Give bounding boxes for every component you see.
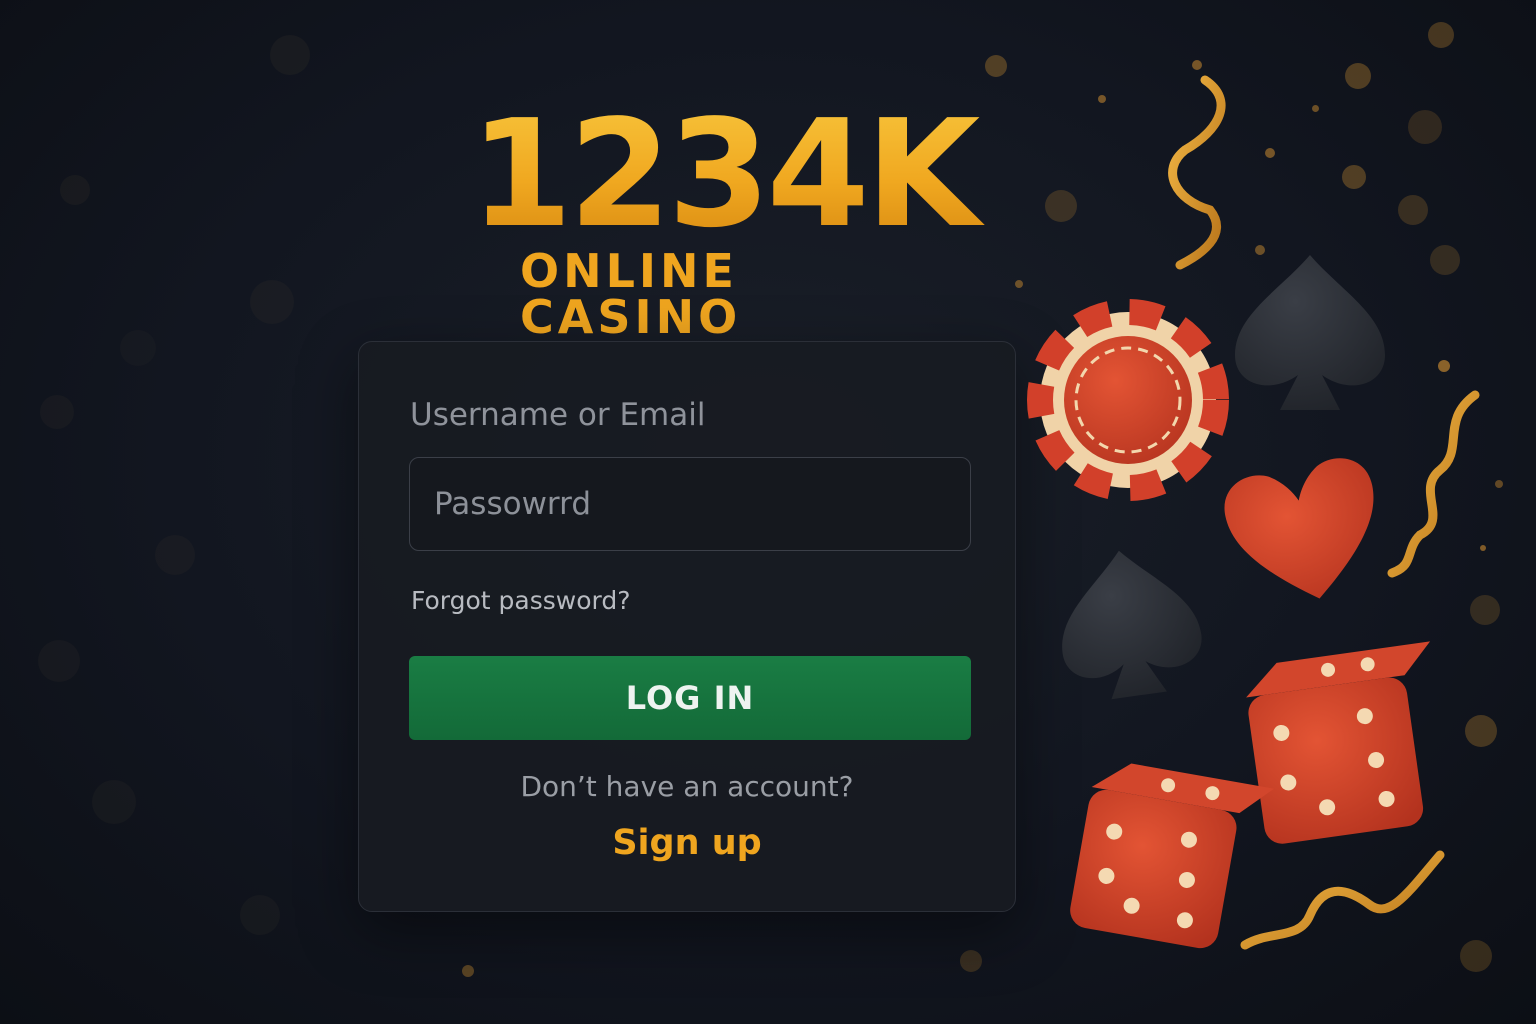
username-email-field[interactable]: Username or Email	[410, 397, 705, 433]
ribbon-icon	[1387, 390, 1480, 578]
poker-chip-icon	[1027, 299, 1229, 501]
login-button[interactable]: LOG IN	[409, 656, 971, 740]
logo-subtitle: ONLINE CASINO	[520, 244, 742, 344]
dice-icon	[1070, 763, 1275, 949]
ribbon-icon	[1240, 850, 1445, 950]
spade-icon	[1062, 550, 1202, 700]
ribbon-icon	[1168, 75, 1226, 270]
no-account-text: Don’t have an account?	[520, 770, 854, 803]
password-input[interactable]	[410, 458, 970, 550]
dice-icon	[1246, 641, 1431, 844]
login-card: Username or Email Forgot password? LOG I…	[358, 341, 1016, 912]
spade-icon	[1235, 255, 1385, 410]
forgot-password-link[interactable]: Forgot password?	[411, 586, 631, 615]
heart-icon	[1224, 458, 1374, 599]
sign-up-link[interactable]: Sign up	[359, 823, 1015, 863]
casino-decorations	[1027, 75, 1480, 950]
password-field-box	[409, 457, 971, 551]
